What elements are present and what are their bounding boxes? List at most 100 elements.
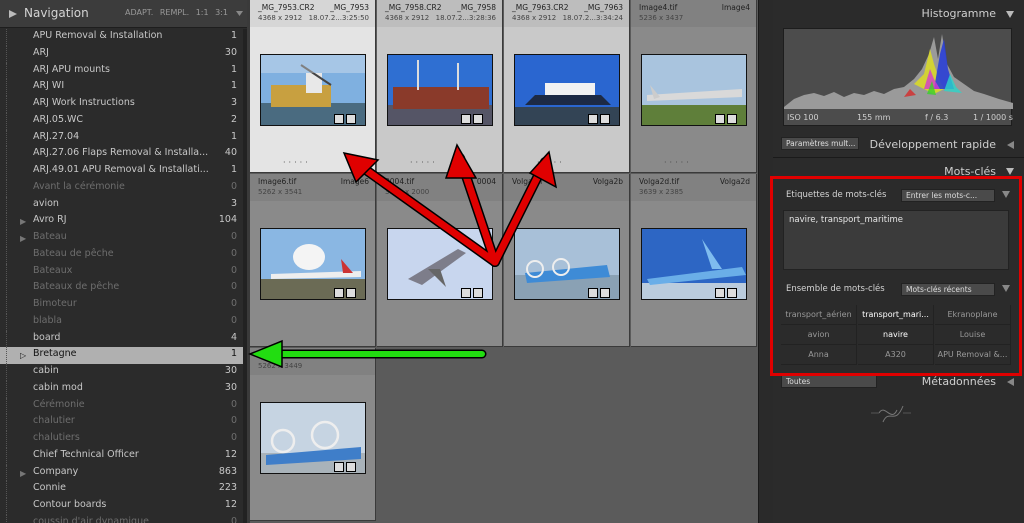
keyword-set-item[interactable]: Louise [935, 325, 1011, 345]
keyword-row[interactable]: Avant la cérémonie 0 [0, 179, 243, 197]
keyword-row[interactable]: cabin mod 30 [0, 380, 243, 398]
keyword-row[interactable]: avion 3 [0, 196, 243, 214]
expand-triangle-icon[interactable] [1007, 141, 1014, 149]
crop-badge-icon[interactable] [600, 288, 610, 298]
metadata-preset-select[interactable]: Toutes [781, 375, 877, 388]
zoom-fit[interactable]: ADAPT. [125, 8, 153, 17]
expand-triangle-icon[interactable]: ▶ [20, 217, 26, 226]
crop-badge-icon[interactable] [727, 114, 737, 124]
keyword-row[interactable]: ARJ.27.04 1 [0, 129, 243, 147]
crop-badge-icon[interactable] [346, 462, 356, 472]
keyword-badge-icon[interactable] [715, 288, 725, 298]
crop-badge-icon[interactable] [727, 288, 737, 298]
keyword-row[interactable]: ARJ APU mounts 1 [0, 62, 243, 80]
keyword-row[interactable]: Bateau de pêche 0 [0, 246, 243, 264]
keyword-row[interactable]: blabla 0 [0, 313, 243, 331]
histogram-header[interactable]: Histogramme [773, 2, 1024, 26]
keyword-row[interactable]: Bimoteur 0 [0, 297, 243, 314]
collapse-triangle-icon[interactable] [1006, 168, 1014, 175]
keyword-label: Bateau de pêche [33, 247, 114, 259]
zoom-fill[interactable]: REMPL. [160, 8, 189, 17]
zoom-3-1[interactable]: 3:1 [215, 8, 228, 17]
keyword-row[interactable]: ARJ Work Instructions 3 [0, 96, 243, 113]
grid-cell[interactable]: _MG_7958.CR2 4368 x 2912 _MG_7958 18.07.2..… [377, 0, 503, 173]
keyword-set-item[interactable]: APU Removal &... [935, 345, 1011, 365]
zoom-dropdown-icon[interactable] [236, 9, 243, 18]
keyword-row[interactable]: chalutiers 0 [0, 431, 243, 448]
keyword-set-item[interactable]: Anna [781, 345, 857, 365]
expand-triangle-icon[interactable] [1002, 191, 1010, 198]
grid-cell[interactable]: Volga.tif Volga2b [504, 174, 630, 347]
keyword-row[interactable]: ARJ.49.01 APU Removal & Installati... 1 [0, 163, 243, 180]
keyword-row[interactable]: coussin d'air dynamique 0 [0, 514, 243, 523]
crop-badge-icon[interactable] [473, 114, 483, 124]
keyword-badge-icon[interactable] [334, 462, 344, 472]
keyword-set-item[interactable]: transport_mari... [858, 305, 934, 325]
grid-cell[interactable]: 5262 x 3449 [250, 348, 376, 521]
grid-cell[interactable]: Image4.tif 5236 x 3437 Image4 ····· [631, 0, 757, 173]
keyword-row[interactable]: ▷ Bretagne 1 [0, 347, 243, 364]
keyword-row[interactable]: Bateaux de pêche 0 [0, 280, 243, 297]
keyword-entry-mode-select[interactable]: Entrer les mots-c... [901, 189, 995, 202]
keyword-row[interactable]: chalutier 0 [0, 414, 243, 431]
keyword-row[interactable]: Connie 223 [0, 481, 243, 498]
keyword-row[interactable]: ▶ Bateau 0 [0, 230, 243, 247]
grid-cell[interactable]: Image6.tif 5262 x 3541 Image6 [250, 174, 376, 347]
keywords-header[interactable]: Mots-clés [773, 160, 1024, 184]
keyword-row[interactable]: ARJ 30 [0, 45, 243, 63]
keyword-row[interactable]: Contour boards 12 [0, 498, 243, 515]
keyword-tags-textarea[interactable]: navire, transport_maritime [783, 210, 1009, 270]
grid-cell[interactable]: _MG_7953.CR2 4368 x 2912 _MG_7953 18.07.2..… [250, 0, 376, 173]
rating-dots[interactable]: ····· [283, 158, 311, 167]
metadata-header[interactable]: Toutes Métadonnées [773, 370, 1024, 394]
expand-triangle-icon[interactable]: ▶ [20, 469, 26, 478]
keyword-badge-icon[interactable] [715, 114, 725, 124]
crop-badge-icon[interactable] [473, 288, 483, 298]
crop-badge-icon[interactable] [346, 288, 356, 298]
grid-cell[interactable]: 0004.tif 3000 x 2000 0004 [377, 174, 503, 347]
rating-dots[interactable]: ····· [664, 158, 692, 167]
keyword-badge-icon[interactable] [588, 288, 598, 298]
keyword-badge-icon[interactable] [334, 114, 344, 124]
keyword-row[interactable]: ARJ.27.06 Flaps Removal & Installa... 40 [0, 146, 243, 163]
keyword-set-select[interactable]: Mots-clés récents [901, 283, 995, 296]
keyword-row[interactable]: Cérémonie 0 [0, 397, 243, 415]
collapse-triangle-icon[interactable] [1006, 11, 1014, 18]
keyword-row[interactable]: board 4 [0, 330, 243, 348]
quick-develop-header[interactable]: Paramètres mult... Développement rapide [773, 133, 1024, 157]
crop-badge-icon[interactable] [346, 114, 356, 124]
keyword-row[interactable]: Bateaux 0 [0, 263, 243, 281]
keyword-badge-icon[interactable] [461, 114, 471, 124]
keyword-set-item[interactable]: avion [781, 325, 857, 345]
grid-cell[interactable]: Volga2d.tif 3639 x 2385 Volga2d [631, 174, 757, 347]
zoom-1-1[interactable]: 1:1 [196, 8, 209, 17]
keyword-row[interactable]: ARJ WI 1 [0, 79, 243, 96]
keyword-row[interactable]: APU Removal & Installation 1 [0, 29, 243, 46]
expand-triangle-icon[interactable] [1007, 378, 1014, 386]
navigator-zoom-options[interactable]: ADAPT. REMPL. 1:1 3:1 [125, 8, 228, 17]
expand-triangle-icon[interactable]: ▶ [20, 234, 26, 243]
keyword-badge-icon[interactable] [588, 114, 598, 124]
expand-triangle-icon[interactable]: ▷ [20, 351, 26, 360]
rating-dots[interactable]: ····· [537, 158, 565, 167]
keyword-set-item[interactable]: A320 [858, 345, 934, 365]
grid-scrollbar[interactable] [758, 0, 773, 523]
collapse-triangle-icon[interactable] [9, 10, 17, 18]
keyword-badge-icon[interactable] [334, 288, 344, 298]
keyword-row[interactable]: ▶ Avro RJ 104 [0, 213, 243, 230]
expand-triangle-icon[interactable] [1002, 285, 1010, 292]
preset-select[interactable]: Paramètres mult... [781, 137, 859, 150]
keyword-set-item[interactable]: transport_aérien [781, 305, 857, 325]
grid-cell[interactable]: _MG_7963.CR2 4368 x 2912 _MG_7963 18.07.2..… [504, 0, 630, 173]
crop-badge-icon[interactable] [600, 114, 610, 124]
rating-dots[interactable]: ····· [410, 158, 438, 167]
keyword-row[interactable]: Chief Technical Officer 12 [0, 447, 243, 465]
keyword-set-item[interactable]: Ekranoplane [935, 305, 1011, 325]
keyword-row[interactable]: cabin 30 [0, 364, 243, 381]
navigator-header[interactable]: Navigation ADAPT. REMPL. 1:1 3:1 [0, 0, 247, 28]
keyword-set-item[interactable]: navire [858, 325, 934, 345]
keyword-list-scrollbar[interactable] [243, 29, 247, 523]
keyword-row[interactable]: ▶ Company 863 [0, 464, 243, 482]
keyword-row[interactable]: ARJ.05.WC 2 [0, 112, 243, 130]
keyword-badge-icon[interactable] [461, 288, 471, 298]
